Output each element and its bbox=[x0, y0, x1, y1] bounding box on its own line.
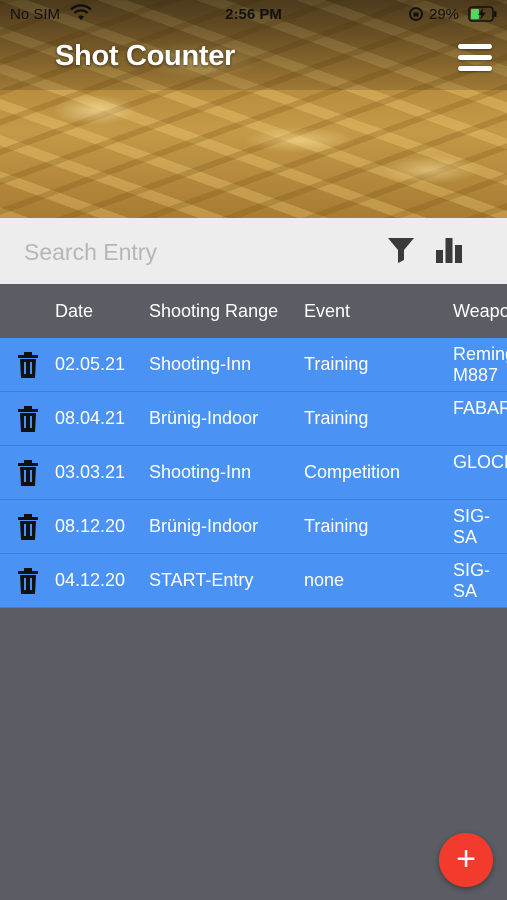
trash-icon[interactable] bbox=[16, 514, 40, 540]
header-shooting-range[interactable]: Shooting Range bbox=[149, 301, 299, 322]
cell-date: 04.12.20 bbox=[55, 570, 126, 590]
table-header: Date Shooting Range Event Weapo bbox=[0, 284, 507, 338]
app-title: Shot Counter bbox=[55, 40, 236, 72]
search-bar bbox=[0, 218, 507, 284]
cell-date: 08.04.21 bbox=[55, 408, 126, 428]
header-banner: No SIM 2:56 PM 29% Shot Counter bbox=[0, 0, 507, 218]
cell-weapon: FABAR bbox=[453, 398, 507, 418]
search-input[interactable] bbox=[22, 232, 366, 272]
table-row[interactable]: 08.12.20 Brünig-Indoor Training SIG-SA bbox=[0, 500, 507, 554]
hamburger-menu-icon[interactable] bbox=[458, 44, 494, 72]
cell-weapon: SIG-SA bbox=[453, 506, 491, 547]
cell-event: Training bbox=[304, 354, 369, 374]
battery-icon bbox=[468, 6, 498, 26]
table-row[interactable]: 03.03.21 Shooting-Inn Competition GLOCK bbox=[0, 446, 507, 500]
cell-date: 02.05.21 bbox=[55, 354, 126, 374]
cell-weapon: SIG-SA bbox=[453, 560, 491, 601]
table-row[interactable]: 04.12.20 START-Entry none SIG-SA bbox=[0, 554, 507, 608]
cell-event: Training bbox=[304, 516, 369, 536]
battery-percent: 29% bbox=[429, 6, 460, 23]
cell-shooting-range: Brünig-Indoor bbox=[149, 516, 259, 536]
rotation-lock-icon bbox=[408, 6, 424, 26]
header-weapon[interactable]: Weapo bbox=[453, 301, 507, 322]
plus-icon: + bbox=[456, 840, 476, 878]
entries-table: 02.05.21 Shooting-Inn Training Reming M8… bbox=[0, 338, 507, 608]
cell-shooting-range: Shooting-Inn bbox=[149, 354, 252, 374]
header-event[interactable]: Event bbox=[304, 301, 449, 322]
cell-date: 08.12.20 bbox=[55, 516, 126, 536]
table-row[interactable]: 08.04.21 Brünig-Indoor Training FABAR bbox=[0, 392, 507, 446]
table-row[interactable]: 02.05.21 Shooting-Inn Training Reming M8… bbox=[0, 338, 507, 392]
cell-shooting-range: START-Entry bbox=[149, 570, 254, 590]
cell-weapon: Reming M887 bbox=[453, 344, 507, 385]
trash-icon[interactable] bbox=[16, 406, 40, 432]
cell-event: Competition bbox=[304, 462, 401, 482]
cell-event: Training bbox=[304, 408, 369, 428]
status-bar: No SIM 2:56 PM 29% bbox=[0, 0, 507, 30]
trash-icon[interactable] bbox=[16, 568, 40, 594]
filter-icon[interactable] bbox=[386, 236, 418, 266]
cell-event: none bbox=[304, 570, 345, 590]
trash-icon[interactable] bbox=[16, 352, 40, 378]
header-date[interactable]: Date bbox=[55, 301, 145, 322]
cell-weapon: GLOCK bbox=[453, 452, 507, 472]
add-entry-button[interactable]: + bbox=[439, 833, 493, 887]
bar-chart-icon[interactable] bbox=[434, 236, 466, 266]
trash-icon[interactable] bbox=[16, 460, 40, 486]
cell-date: 03.03.21 bbox=[55, 462, 126, 482]
cell-shooting-range: Brünig-Indoor bbox=[149, 408, 259, 428]
cell-shooting-range: Shooting-Inn bbox=[149, 462, 252, 482]
